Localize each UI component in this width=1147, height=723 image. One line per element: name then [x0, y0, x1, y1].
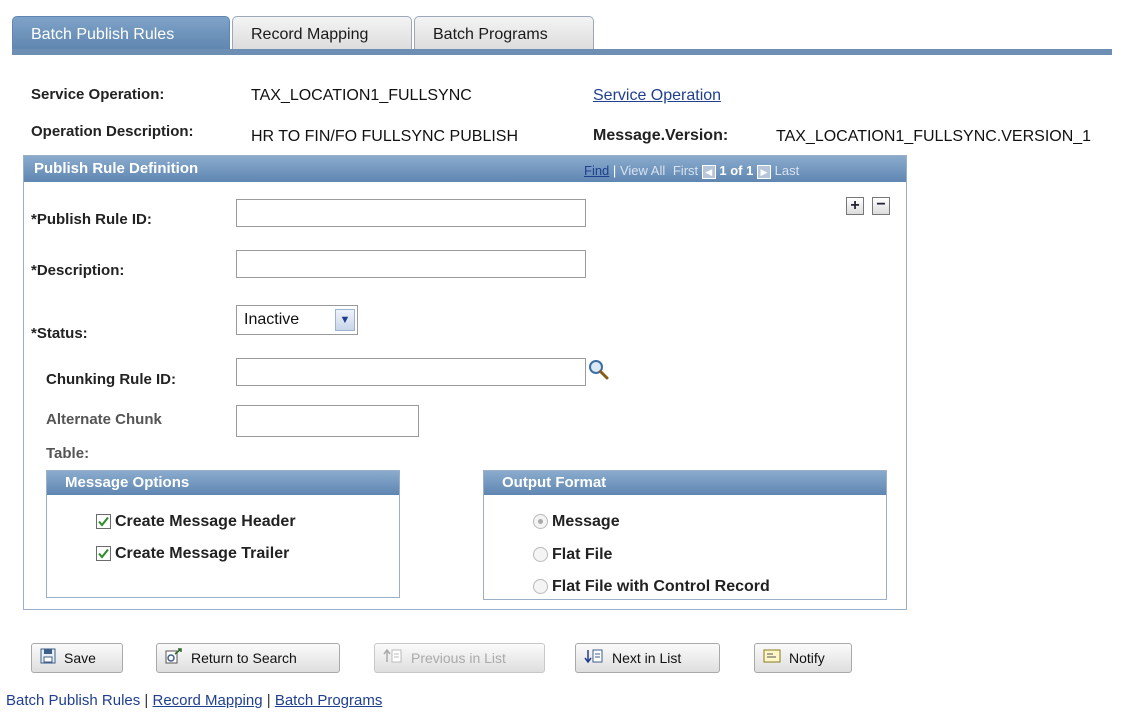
group-title: Publish Rule Definition [34, 160, 199, 177]
create-message-header-checkbox[interactable]: Create Message Header [96, 513, 296, 531]
chevron-down-icon: ▼ [335, 309, 355, 331]
last-link: Last [774, 163, 800, 178]
tab-underline [12, 49, 1112, 55]
tab-label: Batch Publish Rules [31, 26, 175, 43]
radio-selected-icon [533, 514, 548, 530]
chunking-rule-id-label: Chunking Rule ID: [46, 371, 176, 388]
chunking-rule-id-input[interactable] [236, 358, 586, 386]
service-operation-label: Service Operation: [31, 86, 165, 103]
return-to-search-icon [165, 645, 183, 673]
first-arrow-icon: ◀ [701, 164, 716, 179]
output-format-flat-file-control-radio[interactable]: Flat File with Control Record [533, 578, 770, 596]
notify-icon [763, 645, 781, 673]
nav-separator: | [612, 163, 617, 178]
save-button[interactable]: Save [31, 643, 123, 673]
tab-label: Batch Programs [433, 26, 548, 43]
checkbox-checked-icon [96, 514, 111, 530]
create-message-trailer-checkbox[interactable]: Create Message Trailer [96, 545, 289, 563]
delete-row-button[interactable]: − [872, 197, 890, 215]
group-title: Message Options [65, 474, 190, 491]
status-label: *Status: [31, 325, 88, 342]
search-icon[interactable] [588, 359, 610, 381]
operation-description-label: Operation Description: [31, 123, 194, 140]
radio-label: Flat File [552, 546, 613, 563]
radio-icon [533, 579, 548, 595]
footer-links: Batch Publish Rules | Record Mapping | B… [6, 692, 382, 709]
next-in-list-icon [584, 645, 604, 673]
publish-rule-id-label: *Publish Rule ID: [31, 211, 152, 228]
previous-in-list-button[interactable]: Previous in List [374, 643, 545, 673]
operation-description-value: HR TO FIN/FO FULLSYNC PUBLISH [251, 128, 519, 145]
message-options-header: Message Options [47, 471, 399, 495]
find-link[interactable]: Find [584, 163, 609, 178]
plus-icon: + [850, 197, 860, 214]
scroll-nav: Find | View All First ◀ 1 of 1 ▶ Last [584, 163, 799, 179]
minus-icon: − [876, 196, 886, 213]
output-format-message-radio[interactable]: Message [533, 513, 620, 531]
radio-icon [533, 547, 548, 563]
save-label: Save [64, 650, 96, 666]
add-row-button[interactable]: + [846, 197, 864, 215]
return-to-search-label: Return to Search [191, 650, 297, 666]
footer-link-batch-publish-rules[interactable]: Batch Publish Rules [6, 692, 140, 709]
footer-separator: | [266, 692, 271, 709]
radio-label: Message [552, 513, 620, 530]
checkbox-checked-icon [96, 546, 111, 562]
output-format-header: Output Format [484, 471, 886, 495]
first-link: First [672, 163, 699, 178]
group-title: Output Format [502, 474, 607, 491]
status-select[interactable]: Inactive ▼ [236, 305, 358, 335]
notify-label: Notify [789, 650, 825, 666]
previous-in-list-icon [383, 645, 403, 673]
service-operation-link[interactable]: Service Operation [593, 87, 721, 105]
checkbox-label: Create Message Trailer [115, 545, 290, 562]
tab-batch-publish-rules[interactable]: Batch Publish Rules [12, 16, 230, 50]
footer-link-batch-programs[interactable]: Batch Programs [275, 692, 383, 709]
save-icon [40, 645, 56, 673]
alternate-chunk-label-table: Table: [46, 445, 90, 462]
description-input[interactable] [236, 250, 586, 278]
radio-label: Flat File with Control Record [552, 578, 770, 595]
status-selected-value: Inactive [244, 311, 300, 328]
notify-button[interactable]: Notify [754, 643, 852, 673]
last-arrow-icon: ▶ [756, 164, 771, 179]
output-format-flat-file-radio[interactable]: Flat File [533, 546, 612, 564]
tab-label: Record Mapping [251, 26, 369, 43]
footer-link-record-mapping[interactable]: Record Mapping [153, 692, 263, 709]
message-version-label: Message.Version: [593, 127, 729, 144]
footer-separator: | [144, 692, 149, 709]
view-all-link: View All [619, 163, 666, 178]
description-label: *Description: [31, 262, 125, 279]
return-to-search-button[interactable]: Return to Search [156, 643, 340, 673]
message-options-box: Message Options [46, 470, 400, 598]
tab-record-mapping[interactable]: Record Mapping [232, 16, 412, 50]
alternate-chunk-label: Alternate Chunk [46, 411, 162, 428]
checkbox-label: Create Message Header [115, 513, 296, 530]
alternate-chunk-table-input[interactable] [236, 405, 419, 437]
service-operation-value: TAX_LOCATION1_FULLSYNC [251, 87, 472, 104]
message-version-value: TAX_LOCATION1_FULLSYNC.VERSION_1 [776, 128, 1092, 145]
publish-rule-id-input[interactable] [236, 199, 586, 227]
previous-in-list-label: Previous in List [411, 650, 506, 666]
next-in-list-label: Next in List [612, 650, 682, 666]
tab-batch-programs[interactable]: Batch Programs [414, 16, 594, 50]
row-count: 1 of 1 [719, 163, 754, 178]
next-in-list-button[interactable]: Next in List [575, 643, 720, 673]
